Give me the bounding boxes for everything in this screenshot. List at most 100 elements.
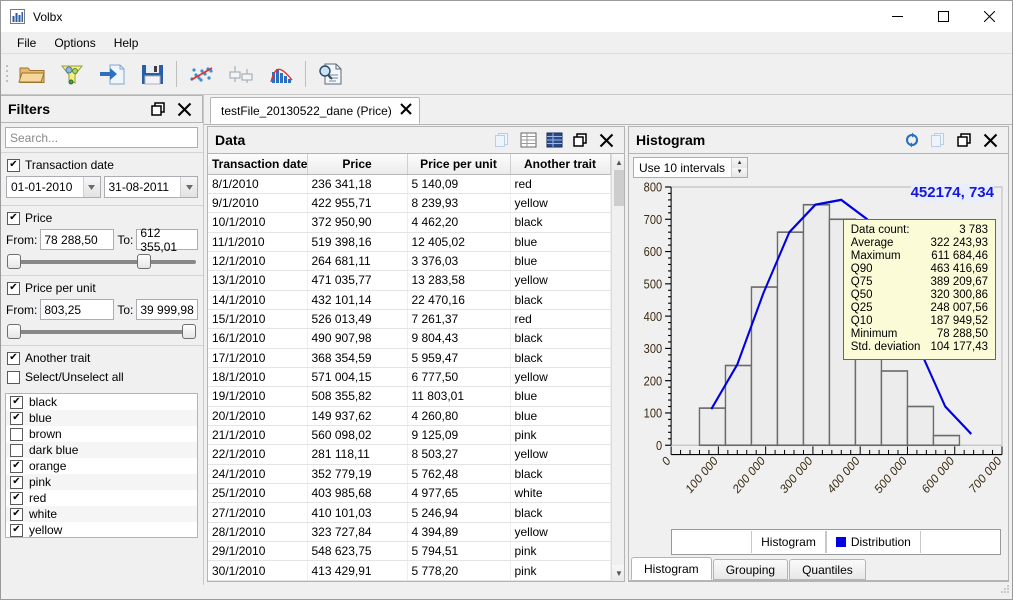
table-cell[interactable]: blue — [510, 232, 610, 251]
close-icon[interactable] — [596, 130, 616, 150]
table-cell[interactable]: 281 118,11 — [307, 445, 407, 464]
detach-icon[interactable] — [954, 130, 974, 150]
table-cell[interactable]: 25/1/2010 — [208, 484, 307, 503]
scatter-plot-icon[interactable] — [181, 56, 221, 92]
list-item[interactable]: pink — [6, 474, 197, 490]
table-cell[interactable]: 28/1/2010 — [208, 522, 307, 541]
table-row[interactable]: 22/1/2010281 118,118 503,27yellow — [208, 445, 610, 464]
price-from-input[interactable]: 78 288,50 — [40, 229, 114, 250]
table-cell[interactable]: 11 803,01 — [407, 387, 510, 406]
table-cell[interactable]: pink — [510, 425, 610, 444]
table-cell[interactable]: 9 125,09 — [407, 425, 510, 444]
stepper-arrows[interactable]: ▲ ▼ — [731, 158, 747, 177]
detach-icon[interactable] — [148, 99, 168, 119]
minimize-button[interactable] — [874, 1, 920, 32]
table-cell[interactable]: 403 985,68 — [307, 484, 407, 503]
close-icon[interactable] — [400, 103, 412, 118]
price-per-unit-from-input[interactable]: 803,25 — [40, 299, 114, 320]
table-row[interactable]: 29/1/2010548 623,755 794,51pink — [208, 542, 610, 561]
table-cell[interactable]: 410 101,03 — [307, 503, 407, 522]
table-cell[interactable]: 16/1/2010 — [208, 329, 307, 348]
column-header[interactable]: Transaction date — [208, 154, 307, 174]
list-item[interactable]: blue — [6, 410, 197, 426]
table-cell[interactable]: 4 462,20 — [407, 213, 510, 232]
table-row[interactable]: 24/1/2010352 779,195 762,48black — [208, 464, 610, 483]
histogram-icon[interactable] — [261, 56, 301, 92]
scrollbar-thumb[interactable] — [614, 170, 625, 206]
table-row[interactable]: 18/1/2010571 004,156 777,50yellow — [208, 367, 610, 386]
table-cell[interactable]: 352 779,19 — [307, 464, 407, 483]
table-cell[interactable]: 12 405,02 — [407, 232, 510, 251]
table-cell[interactable]: 30/1/2010 — [208, 561, 307, 581]
table-cell[interactable]: 18/1/2010 — [208, 367, 307, 386]
table-cell[interactable]: 5 794,51 — [407, 542, 510, 561]
price-per-unit-range-slider[interactable] — [7, 323, 196, 341]
table-cell[interactable]: 5 246,94 — [407, 503, 510, 522]
price-to-input[interactable]: 612 355,01 — [136, 229, 198, 250]
table-cell[interactable]: 372 950,90 — [307, 213, 407, 232]
filter-transaction-date-toggle[interactable]: Transaction date — [5, 156, 198, 175]
copy-icon[interactable] — [928, 130, 948, 150]
table-row[interactable]: 14/1/2010432 101,1422 470,16black — [208, 290, 610, 309]
table-scrollbar[interactable]: ▲ ▼ — [611, 154, 626, 581]
stepper-up-icon[interactable]: ▲ — [732, 158, 747, 168]
table-cell[interactable]: 413 429,91 — [307, 561, 407, 581]
table-cell[interactable]: black — [510, 290, 610, 309]
table-cell[interactable]: 13/1/2010 — [208, 271, 307, 290]
intervals-stepper[interactable]: Use 10 intervals ▲ ▼ — [633, 157, 748, 178]
table-row[interactable]: 10/1/2010372 950,904 462,20black — [208, 213, 610, 232]
table-cell[interactable]: yellow — [510, 367, 610, 386]
table-cell[interactable]: 4 260,80 — [407, 406, 510, 425]
table-row[interactable]: 16/1/2010490 907,989 804,43black — [208, 329, 610, 348]
table-row[interactable]: 11/1/2010519 398,1612 405,02blue — [208, 232, 610, 251]
column-header[interactable]: Price — [307, 154, 407, 174]
table-cell[interactable]: 22 470,16 — [407, 290, 510, 309]
table-cell[interactable]: 24/1/2010 — [208, 464, 307, 483]
list-item[interactable]: black — [6, 394, 197, 410]
export-icon[interactable] — [92, 56, 132, 92]
copy-icon[interactable] — [492, 130, 512, 150]
filter-another-trait-toggle[interactable]: Another trait — [5, 349, 198, 368]
list-item[interactable]: red — [6, 490, 197, 506]
date-to-combo[interactable]: 31-08-2011 — [104, 176, 199, 198]
table-cell[interactable]: 22/1/2010 — [208, 445, 307, 464]
table-cell[interactable]: 21/1/2010 — [208, 425, 307, 444]
document-tab[interactable]: testFile_20130522_dane (Price) — [210, 97, 420, 124]
table-cell[interactable]: 8/1/2010 — [208, 174, 307, 193]
table-cell[interactable]: 27/1/2010 — [208, 503, 307, 522]
list-item[interactable]: yellow — [6, 522, 197, 538]
list-item[interactable]: brown — [6, 426, 197, 442]
table-cell[interactable]: 571 004,15 — [307, 367, 407, 386]
table-cell[interactable]: 10/1/2010 — [208, 213, 307, 232]
box-plot-icon[interactable] — [221, 56, 261, 92]
checkbox-icon[interactable] — [10, 492, 23, 505]
legend-item-histogram[interactable]: Histogram — [751, 531, 826, 553]
chevron-down-icon[interactable] — [83, 177, 100, 197]
table-highlight-icon[interactable] — [544, 130, 564, 150]
table-cell[interactable]: white — [510, 484, 610, 503]
table-cell[interactable]: 8 503,27 — [407, 445, 510, 464]
table-cell[interactable]: 4 394,89 — [407, 522, 510, 541]
checkbox-icon[interactable] — [7, 352, 20, 365]
table-cell[interactable]: 432 101,14 — [307, 290, 407, 309]
checkbox-icon[interactable] — [10, 412, 23, 425]
list-item[interactable]: white — [6, 506, 197, 522]
checkbox-icon[interactable] — [7, 159, 20, 172]
table-cell[interactable]: 19/1/2010 — [208, 387, 307, 406]
chevron-down-icon[interactable] — [180, 177, 197, 197]
price-per-unit-to-input[interactable]: 39 999,98 — [136, 299, 198, 320]
table-cell[interactable]: 4 977,65 — [407, 484, 510, 503]
filter-price-per-unit-toggle[interactable]: Price per unit — [5, 279, 198, 298]
toolbar-grip[interactable] — [4, 61, 12, 87]
select-unselect-all[interactable]: Select/Unselect all — [5, 368, 198, 387]
table-cell[interactable]: 422 955,71 — [307, 193, 407, 212]
table-cell[interactable]: 560 098,02 — [307, 425, 407, 444]
filter-funnel-icon[interactable] — [52, 56, 92, 92]
table-cell[interactable]: pink — [510, 561, 610, 581]
stepper-down-icon[interactable]: ▼ — [732, 168, 747, 178]
table-cell[interactable]: yellow — [510, 193, 610, 212]
menu-item-file[interactable]: File — [8, 34, 45, 52]
table-row[interactable]: 25/1/2010403 985,684 977,65white — [208, 484, 610, 503]
tab-histogram[interactable]: Histogram — [631, 557, 712, 580]
table-cell[interactable]: 548 623,75 — [307, 542, 407, 561]
